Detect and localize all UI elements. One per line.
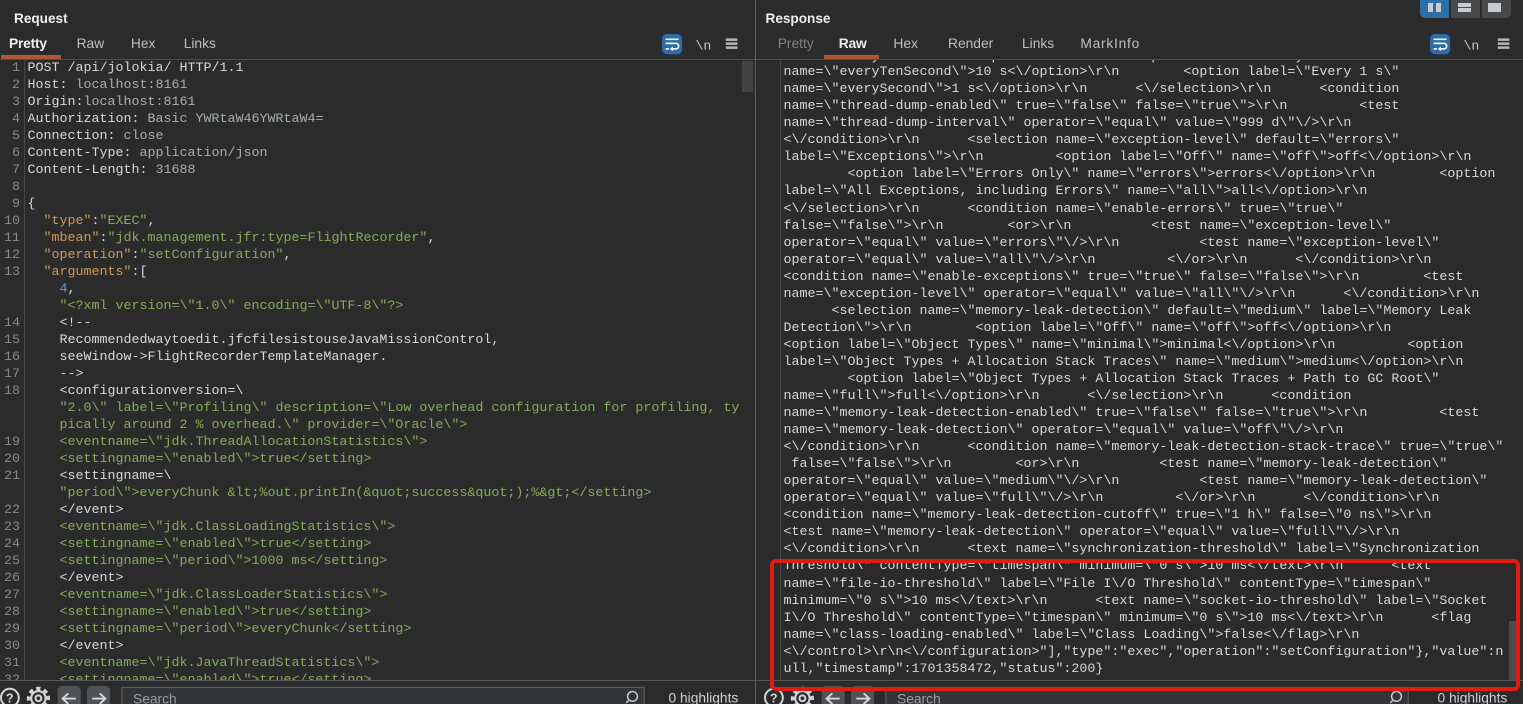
svg-text:0 highlights: 0 highlights — [1437, 690, 1507, 704]
svg-text:\n: \n — [696, 38, 712, 53]
svg-text:Search: Search — [133, 691, 177, 704]
svg-text:?: ? — [770, 692, 778, 704]
svg-text:Search: Search — [897, 691, 941, 704]
svg-text:?: ? — [6, 692, 14, 704]
svg-text:\n: \n — [1464, 38, 1480, 53]
svg-text:0 highlights: 0 highlights — [669, 690, 739, 704]
